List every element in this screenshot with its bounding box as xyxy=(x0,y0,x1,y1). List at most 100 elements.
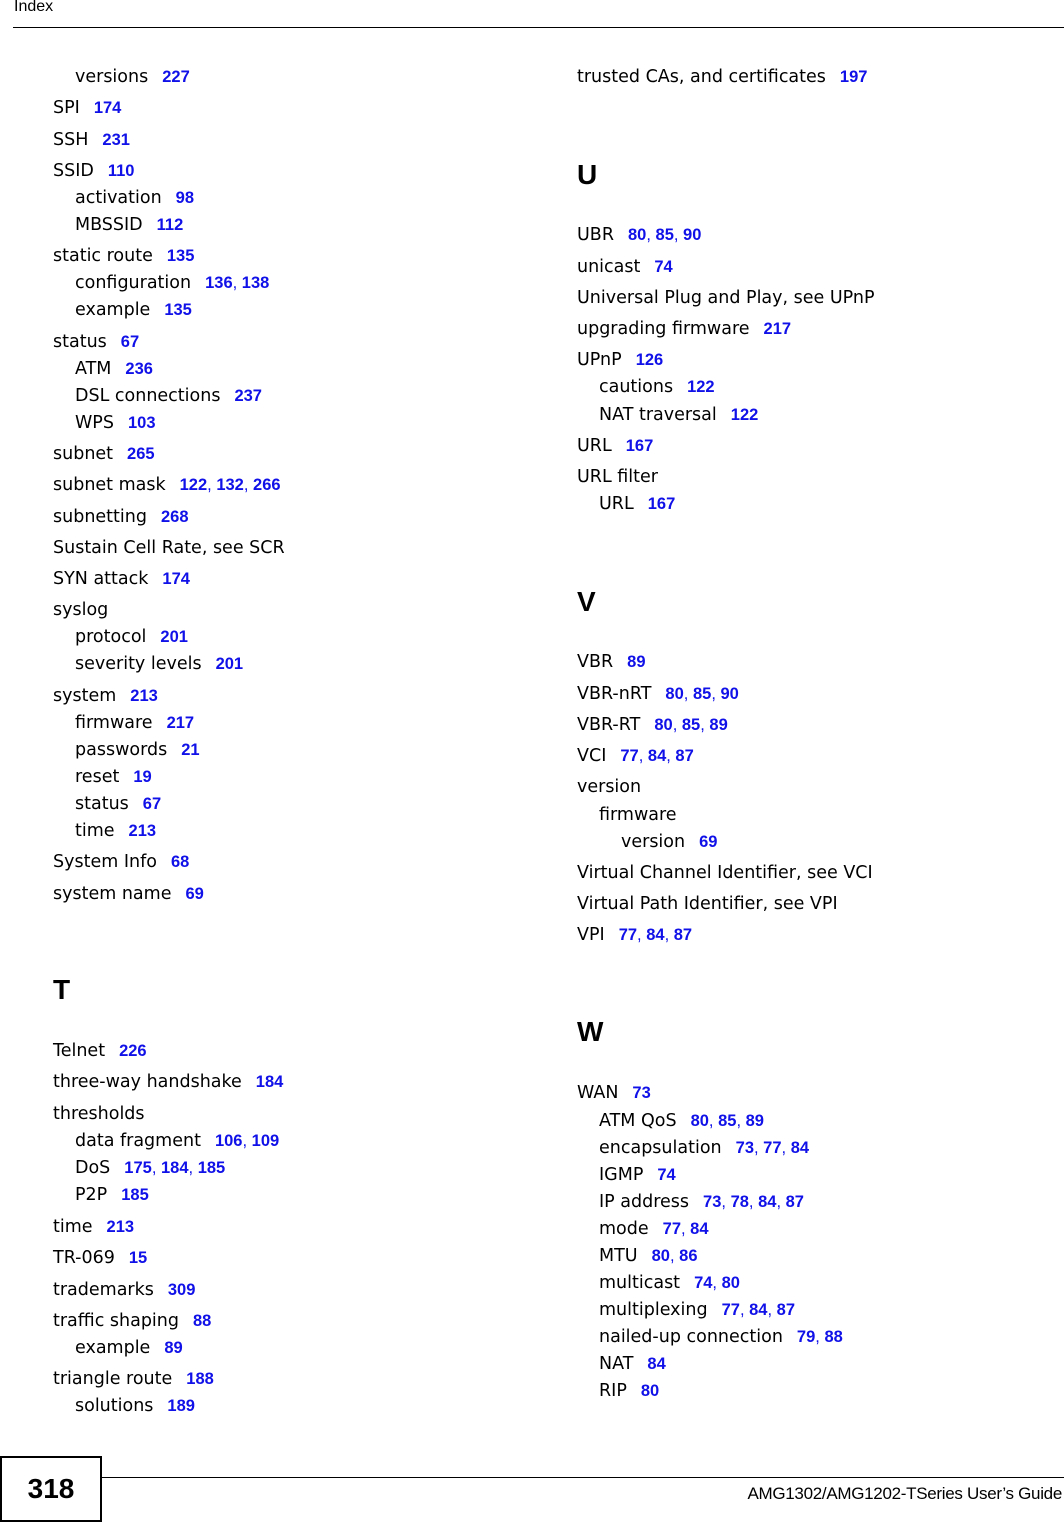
page-link[interactable]: 201 xyxy=(216,655,244,673)
page-link[interactable]: 67 xyxy=(121,333,139,351)
page-link[interactable]: 226 xyxy=(119,1042,147,1060)
page-link[interactable]: 86 xyxy=(679,1247,697,1265)
page-link[interactable]: 217 xyxy=(167,714,195,732)
page-link[interactable]: 88 xyxy=(824,1328,842,1346)
page-link[interactable]: 126 xyxy=(636,351,664,369)
page-link[interactable]: 80 xyxy=(641,1382,659,1400)
page-link[interactable]: 69 xyxy=(185,885,203,903)
page-link[interactable]: 85 xyxy=(682,716,700,734)
page-link[interactable]: 80 xyxy=(691,1112,709,1130)
page-link[interactable]: 87 xyxy=(674,926,692,944)
page-link[interactable]: 77 xyxy=(763,1139,781,1157)
page-link[interactable]: 79 xyxy=(797,1328,815,1346)
page-link[interactable]: 122 xyxy=(731,406,759,424)
page-link[interactable]: 174 xyxy=(162,570,190,588)
page-link[interactable]: 236 xyxy=(125,360,153,378)
page-link[interactable]: 89 xyxy=(164,1339,182,1357)
page-link[interactable]: 84 xyxy=(758,1193,776,1211)
page-link[interactable]: 109 xyxy=(252,1132,280,1150)
page-link[interactable]: 90 xyxy=(720,685,738,703)
page-link[interactable]: 237 xyxy=(234,387,262,405)
page-link[interactable]: 98 xyxy=(176,189,194,207)
page-link[interactable]: 84 xyxy=(749,1301,767,1319)
page-link[interactable]: 68 xyxy=(171,853,189,871)
page-link[interactable]: 309 xyxy=(168,1281,196,1299)
page-link[interactable]: 84 xyxy=(690,1220,708,1238)
page-link[interactable]: 189 xyxy=(167,1397,195,1415)
page-link[interactable]: 77 xyxy=(620,747,638,765)
page-link[interactable]: 67 xyxy=(143,795,161,813)
page-link[interactable]: 87 xyxy=(675,747,693,765)
page-link[interactable]: 80 xyxy=(628,226,646,244)
page-link[interactable]: 84 xyxy=(648,747,666,765)
page-link[interactable]: 138 xyxy=(242,274,270,292)
page-link[interactable]: 77 xyxy=(619,926,637,944)
page-link[interactable]: 74 xyxy=(657,1166,675,1184)
page-link[interactable]: 85 xyxy=(693,685,711,703)
page-link[interactable]: 74 xyxy=(654,258,672,276)
page-link[interactable]: 80 xyxy=(652,1247,670,1265)
page-link[interactable]: 135 xyxy=(164,301,192,319)
page-link[interactable]: 87 xyxy=(777,1301,795,1319)
page-link[interactable]: 85 xyxy=(656,226,674,244)
page-link[interactable]: 103 xyxy=(128,414,156,432)
page-link[interactable]: 21 xyxy=(181,741,199,759)
page-link[interactable]: 80 xyxy=(722,1274,740,1292)
page-link[interactable]: 132 xyxy=(216,476,244,494)
page-references: 74 xyxy=(657,1166,675,1184)
page-link[interactable]: 73 xyxy=(703,1193,721,1211)
page-link[interactable]: 213 xyxy=(129,822,157,840)
page-link[interactable]: 213 xyxy=(130,687,158,705)
page-link[interactable]: 265 xyxy=(127,445,155,463)
page-link[interactable]: 19 xyxy=(133,768,151,786)
page-link[interactable]: 217 xyxy=(764,320,792,338)
page-link[interactable]: 106 xyxy=(215,1132,243,1150)
page-link[interactable]: 197 xyxy=(840,68,868,86)
page-link[interactable]: 122 xyxy=(180,476,208,494)
page-link[interactable]: 167 xyxy=(626,437,654,455)
page-link[interactable]: 89 xyxy=(627,653,645,671)
page-link[interactable]: 90 xyxy=(683,226,701,244)
page-link[interactable]: 268 xyxy=(161,508,189,526)
page-link[interactable]: 122 xyxy=(687,378,715,396)
page-link[interactable]: 89 xyxy=(746,1112,764,1130)
page-link[interactable]: 85 xyxy=(718,1112,736,1130)
page-link[interactable]: 201 xyxy=(160,628,188,646)
page-link[interactable]: 136 xyxy=(205,274,233,292)
page-link[interactable]: 266 xyxy=(253,476,281,494)
page-link[interactable]: 135 xyxy=(167,247,195,265)
page-link[interactable]: 167 xyxy=(648,495,676,513)
page-link[interactable]: 84 xyxy=(647,1355,665,1373)
page-link[interactable]: 227 xyxy=(162,68,190,86)
page-link[interactable]: 112 xyxy=(157,216,184,234)
page-link[interactable]: 184 xyxy=(161,1159,189,1177)
page-link[interactable]: 231 xyxy=(102,131,130,149)
page-link[interactable]: 84 xyxy=(646,926,664,944)
page-link[interactable]: 80 xyxy=(665,685,683,703)
page-link[interactable]: 188 xyxy=(186,1370,214,1388)
page-link[interactable]: 84 xyxy=(791,1139,809,1157)
page-link[interactable]: 74 xyxy=(694,1274,712,1292)
page-link[interactable]: 77 xyxy=(663,1220,681,1238)
page-link[interactable]: 80 xyxy=(654,716,672,734)
page-link[interactable]: 185 xyxy=(121,1186,149,1204)
page-link[interactable]: 73 xyxy=(632,1084,650,1102)
index-entry: SPI 174 xyxy=(53,97,121,119)
page-link[interactable]: 213 xyxy=(107,1218,135,1236)
page-link[interactable]: 15 xyxy=(129,1249,147,1267)
page-link[interactable]: 89 xyxy=(709,716,727,734)
page-link[interactable]: 69 xyxy=(699,833,717,851)
index-subentry: status 67 xyxy=(75,793,161,815)
page-link[interactable]: 87 xyxy=(786,1193,804,1211)
page-separator: , xyxy=(672,716,682,734)
page-link[interactable]: 78 xyxy=(731,1193,749,1211)
page-link[interactable]: 88 xyxy=(193,1312,211,1330)
page-link[interactable]: 110 xyxy=(108,162,135,180)
page-link[interactable]: 77 xyxy=(722,1301,740,1319)
page-link[interactable]: 73 xyxy=(736,1139,754,1157)
page-link[interactable]: 185 xyxy=(198,1159,226,1177)
page-link[interactable]: 174 xyxy=(94,99,122,117)
page-link[interactable]: 184 xyxy=(256,1073,284,1091)
index-term: DoS xyxy=(75,1158,111,1178)
page-link[interactable]: 175 xyxy=(124,1159,152,1177)
